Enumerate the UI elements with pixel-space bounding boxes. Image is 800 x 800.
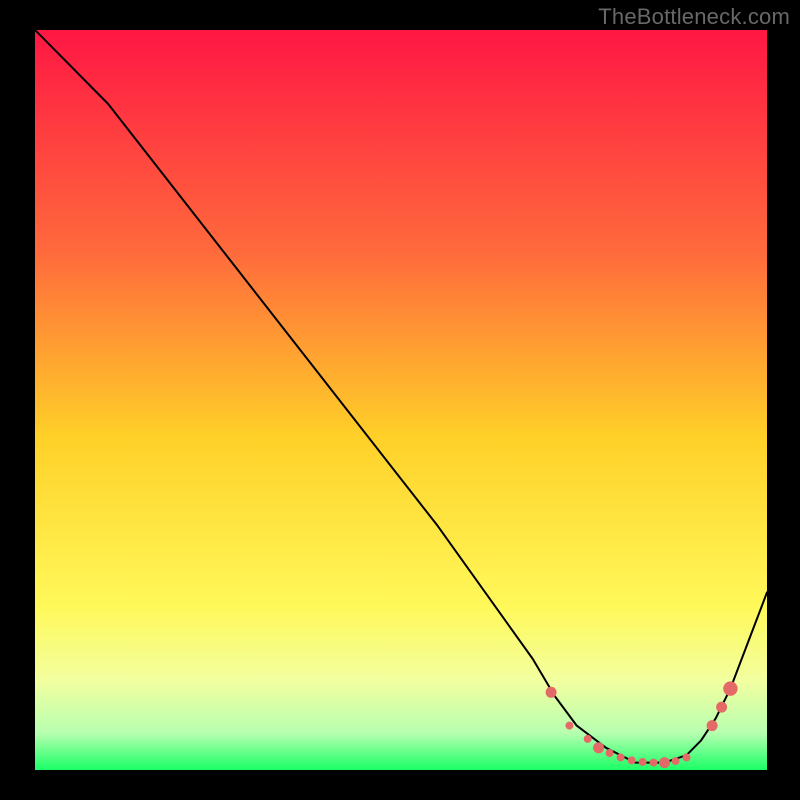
marker-point [606, 749, 614, 757]
marker-point [672, 757, 680, 765]
marker-point [683, 753, 691, 761]
marker-point [723, 681, 737, 695]
watermark-text: TheBottleneck.com [598, 4, 790, 30]
marker-point [716, 702, 727, 713]
marker-point [659, 757, 670, 768]
chart-frame: TheBottleneck.com [0, 0, 800, 800]
marker-point [593, 742, 604, 753]
chart-svg [35, 30, 767, 770]
marker-point [617, 753, 625, 761]
marker-point [546, 687, 557, 698]
gradient-background [35, 30, 767, 770]
marker-point [628, 756, 636, 764]
marker-point [707, 720, 718, 731]
marker-point [584, 735, 592, 743]
marker-point [650, 759, 658, 767]
plot-area [35, 30, 767, 770]
marker-point [639, 758, 647, 766]
marker-point [565, 722, 573, 730]
